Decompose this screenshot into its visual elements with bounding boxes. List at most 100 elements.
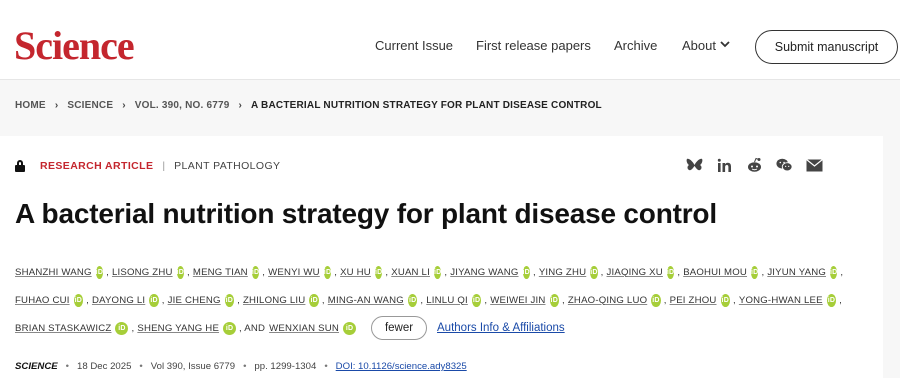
- bluesky-icon[interactable]: [686, 157, 703, 173]
- orcid-icon[interactable]: iD: [826, 293, 837, 307]
- author-separator: ,: [106, 266, 109, 278]
- author-name[interactable]: SHENG YANG HE: [137, 323, 219, 334]
- author-separator: ,: [321, 294, 325, 306]
- citation-dot: •: [65, 361, 70, 372]
- fewer-authors-button[interactable]: fewer: [371, 316, 428, 340]
- author-name[interactable]: YONG-HWAN LEE: [739, 295, 823, 306]
- author-name[interactable]: JIYUN YANG: [767, 267, 826, 278]
- orcid-icon[interactable]: iD: [374, 265, 383, 279]
- author-separator: ,: [420, 294, 424, 306]
- site-header: Science Current Issue First release pape…: [0, 0, 900, 80]
- author-name[interactable]: ZHAO-QING LUO: [568, 295, 647, 306]
- author-list: SHANZHI WANG iD, LISONG ZHU iD, MENG TIAN iD,…: [15, 258, 845, 342]
- orcid-icon[interactable]: iD: [223, 321, 237, 335]
- orcid-icon[interactable]: iD: [176, 265, 184, 279]
- chevron-down-icon: [720, 38, 730, 54]
- nav-current-issue[interactable]: Current Issue: [375, 38, 453, 54]
- orcid-icon[interactable]: iD: [590, 265, 598, 279]
- author-and: , AND: [239, 322, 266, 334]
- orcid-icon[interactable]: iD: [73, 293, 84, 307]
- doi-link[interactable]: DOI: 10.1126/science.ady8325: [336, 361, 467, 372]
- author-separator: ,: [262, 266, 266, 278]
- author-name[interactable]: LINLU QI: [426, 295, 468, 306]
- linkedin-icon[interactable]: [716, 157, 733, 173]
- author-separator: ,: [385, 266, 389, 278]
- wechat-icon[interactable]: [776, 157, 793, 173]
- author-separator: ,: [86, 294, 89, 306]
- nav-about-label: About: [682, 38, 716, 53]
- author-separator: ,: [484, 294, 488, 306]
- citation-line: SCIENCE • 18 Dec 2025 • Vol 390, Issue 6…: [15, 361, 467, 372]
- orcid-icon[interactable]: iD: [549, 293, 559, 307]
- chevron-right-icon: ›: [54, 100, 59, 111]
- author-separator: ,: [677, 266, 681, 278]
- author-separator: ,: [733, 294, 736, 306]
- author-name[interactable]: MENG TIAN: [193, 267, 248, 278]
- author-name[interactable]: DAYONG LI: [92, 295, 145, 306]
- orcid-icon[interactable]: iD: [666, 265, 675, 279]
- orcid-icon[interactable]: iD: [251, 265, 260, 279]
- article-meta: RESEARCH ARTICLE | PLANT PATHOLOGY: [15, 160, 280, 172]
- author-name[interactable]: JIYANG WANG: [450, 267, 518, 278]
- orcid-icon[interactable]: iD: [407, 293, 418, 307]
- citation-dot: •: [324, 361, 328, 372]
- article-type[interactable]: RESEARCH ARTICLE: [40, 160, 153, 172]
- author-name[interactable]: YING ZHU: [539, 267, 586, 278]
- orcid-icon[interactable]: iD: [115, 321, 129, 335]
- citation-dot: •: [139, 361, 143, 372]
- author-name[interactable]: WEIWEI JIN: [490, 295, 545, 306]
- author-separator: ,: [532, 266, 536, 278]
- meta-divider: |: [162, 160, 166, 172]
- authors-affiliations-link[interactable]: Authors Info & Affiliations: [437, 322, 565, 334]
- author-name[interactable]: JIAQING XU: [607, 267, 663, 278]
- breadcrumb-issue[interactable]: VOL. 390, NO. 6779: [135, 100, 230, 111]
- breadcrumb-science[interactable]: SCIENCE: [67, 100, 113, 111]
- orcid-icon[interactable]: iD: [343, 321, 357, 335]
- author-name[interactable]: ZHILONG LIU: [243, 295, 305, 306]
- author-name[interactable]: BRIAN STASKAWICZ: [15, 323, 111, 334]
- author-separator: ,: [161, 294, 165, 306]
- orcid-icon[interactable]: iD: [149, 293, 159, 307]
- author-separator: ,: [839, 294, 843, 306]
- orcid-icon[interactable]: iD: [95, 265, 104, 279]
- author-name[interactable]: XU HU: [340, 267, 371, 278]
- orcid-icon[interactable]: iD: [323, 265, 332, 279]
- author-separator: ,: [840, 266, 844, 278]
- author-name[interactable]: PEI ZHOU: [670, 295, 717, 306]
- breadcrumb-home[interactable]: HOME: [15, 100, 46, 111]
- citation-journal: SCIENCE: [15, 361, 58, 372]
- orcid-icon[interactable]: iD: [471, 293, 482, 307]
- nav-about[interactable]: About: [682, 38, 730, 54]
- article-subject[interactable]: PLANT PATHOLOGY: [174, 160, 280, 172]
- author-name[interactable]: JIE CHENG: [168, 295, 221, 306]
- orcid-icon[interactable]: iD: [651, 293, 661, 307]
- citation-dot: •: [243, 361, 247, 372]
- orcid-icon[interactable]: iD: [224, 293, 235, 307]
- author-line-1: SHANZHI WANG iD, LISONG ZHU iD, MENG TIAN iD,…: [15, 258, 845, 286]
- reddit-icon[interactable]: [746, 157, 763, 173]
- author-name[interactable]: SHANZHI WANG: [15, 267, 92, 278]
- chevron-right-icon: ›: [238, 100, 243, 111]
- orcid-icon[interactable]: iD: [433, 265, 442, 279]
- orcid-icon[interactable]: iD: [751, 265, 759, 279]
- email-icon[interactable]: [806, 157, 823, 173]
- orcid-icon[interactable]: iD: [720, 293, 730, 307]
- submit-manuscript-button[interactable]: Submit manuscript: [755, 30, 898, 64]
- author-line-3: BRIAN STASKAWICZ iD, SHENG YANG HE iD, AND W…: [15, 314, 845, 342]
- nav-first-release-papers[interactable]: First release papers: [476, 38, 591, 54]
- author-name[interactable]: BAOHUI MOU: [683, 267, 747, 278]
- author-name[interactable]: LISONG ZHU: [112, 267, 173, 278]
- article-title: A bacterial nutrition strategy for plant…: [15, 198, 717, 229]
- author-name[interactable]: XUAN LI: [391, 267, 430, 278]
- orcid-icon[interactable]: iD: [830, 265, 838, 279]
- orcid-icon[interactable]: iD: [522, 265, 530, 279]
- author-name[interactable]: FUHAO CUI: [15, 295, 70, 306]
- author-name[interactable]: WENYI WU: [268, 267, 320, 278]
- nav-archive[interactable]: Archive: [614, 38, 657, 54]
- author-name[interactable]: MING-AN WANG: [328, 295, 404, 306]
- author-separator: ,: [663, 294, 667, 306]
- science-logo[interactable]: Science: [14, 22, 135, 70]
- author-name[interactable]: WENXIAN SUN: [269, 323, 339, 334]
- citation-date: 18 Dec 2025: [77, 361, 132, 372]
- orcid-icon[interactable]: iD: [309, 293, 319, 307]
